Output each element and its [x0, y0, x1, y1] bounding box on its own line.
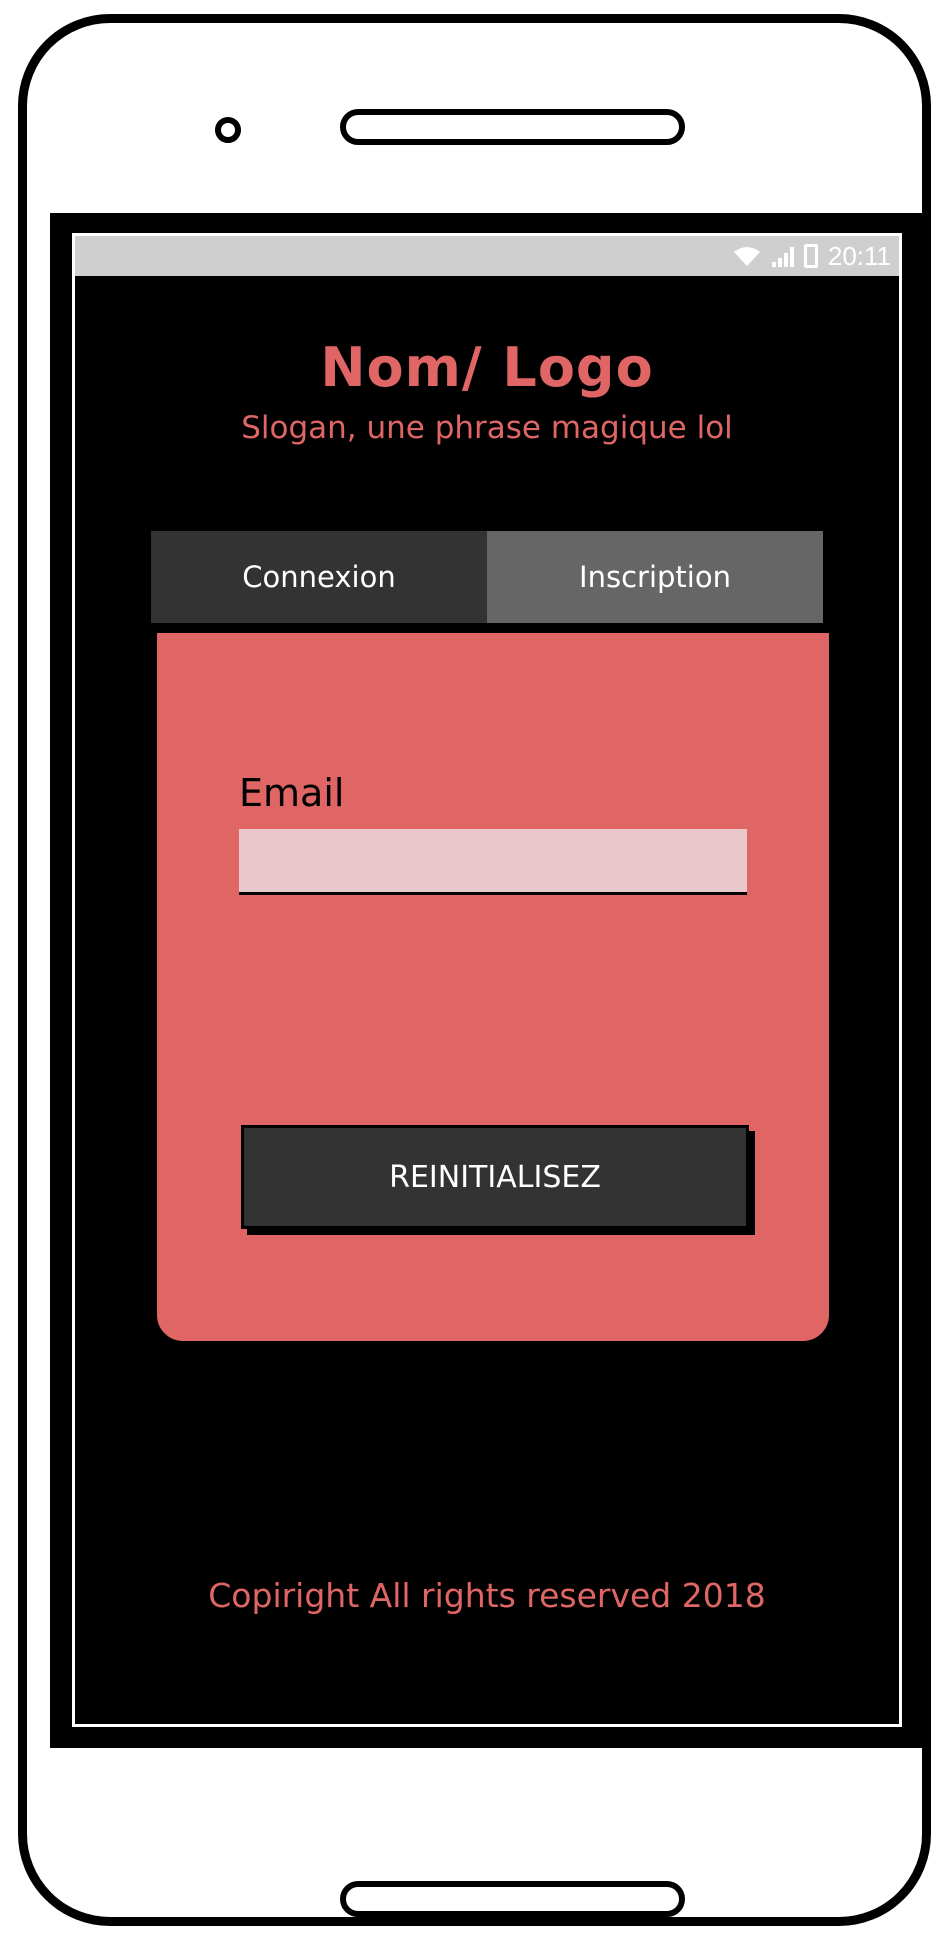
battery-icon	[803, 244, 818, 268]
brand-title: Nom/ Logo	[320, 336, 654, 399]
email-field[interactable]	[239, 829, 747, 895]
earpiece-speaker	[340, 109, 685, 145]
home-speaker	[340, 1881, 685, 1917]
reset-password-card: Email REINITIALISEZ	[155, 631, 831, 1343]
brand-slogan: Slogan, une phrase magique lol	[241, 410, 733, 446]
tab-connexion[interactable]: Connexion	[151, 531, 487, 623]
email-label: Email	[239, 771, 345, 815]
auth-tabs: Connexion Inscription	[151, 531, 823, 623]
camera-icon	[215, 117, 241, 143]
status-time: 20:11	[827, 240, 891, 271]
tab-inscription[interactable]: Inscription	[487, 531, 823, 623]
reset-button[interactable]: REINITIALISEZ	[241, 1125, 749, 1229]
copyright-text: Copiright All rights reserved 2018	[208, 1576, 766, 1615]
wifi-icon	[733, 247, 760, 266]
app-screen: 20:11 Nom/ Logo Slogan, une phrase magiq…	[72, 233, 902, 1727]
status-icons: 20:11	[732, 240, 891, 272]
status-bar: 20:11	[75, 236, 899, 276]
signal-icon	[771, 245, 794, 267]
